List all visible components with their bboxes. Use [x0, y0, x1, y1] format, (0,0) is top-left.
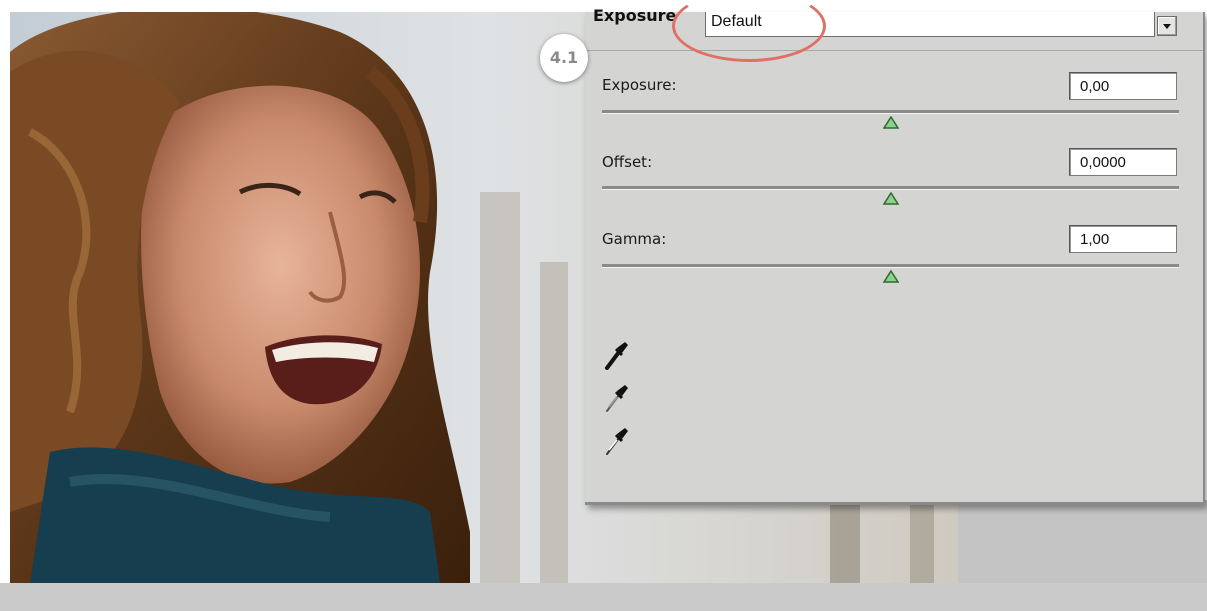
- exposure-slider-thumb-icon[interactable]: [883, 116, 899, 130]
- step-badge: 4.1: [540, 34, 588, 82]
- white-point-eyedropper-icon[interactable]: [603, 426, 629, 456]
- gamma-slider-thumb-icon[interactable]: [883, 270, 899, 284]
- workspace-bottom-strip: [0, 583, 1207, 611]
- black-point-eyedropper-icon[interactable]: [603, 340, 629, 370]
- offset-slider-thumb-icon[interactable]: [883, 192, 899, 206]
- workspace-background: [958, 500, 1207, 583]
- offset-slider[interactable]: [602, 186, 1179, 190]
- dropdown-arrow-icon[interactable]: [1157, 16, 1177, 36]
- preset-label: Exposure: [593, 6, 677, 25]
- gamma-slider[interactable]: [602, 264, 1179, 268]
- preset-row: Exposure Default: [585, 6, 1203, 51]
- exposure-input[interactable]: 0,00: [1069, 72, 1177, 100]
- gray-point-eyedropper-icon[interactable]: [603, 383, 629, 413]
- exposure-label: Exposure:: [602, 76, 677, 94]
- gamma-label: Gamma:: [602, 230, 667, 248]
- preset-value: Default: [711, 13, 762, 30]
- preset-dropdown[interactable]: Default: [705, 12, 1155, 37]
- gamma-input[interactable]: 1,00: [1069, 225, 1177, 253]
- offset-label: Offset:: [602, 153, 653, 171]
- offset-input[interactable]: 0,0000: [1069, 148, 1177, 176]
- exposure-slider[interactable]: [602, 110, 1179, 114]
- exposure-panel: Exposure Default Exposure: 0,00 Offset: …: [585, 6, 1205, 505]
